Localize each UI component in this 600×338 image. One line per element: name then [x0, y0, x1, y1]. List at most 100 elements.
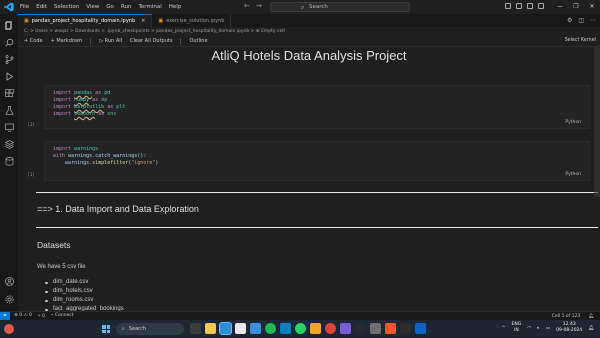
battery-icon[interactable]: ▭: [546, 326, 550, 331]
extensions-icon[interactable]: [4, 88, 14, 98]
connect-status[interactable]: ⌁ Connect: [51, 313, 74, 319]
cell-language-label[interactable]: Python: [565, 172, 581, 177]
menu-bar: File Edit Selection View Go Run Terminal…: [20, 4, 181, 10]
add-code-cell-button[interactable]: + Code: [24, 38, 43, 44]
gear-icon[interactable]: ⚙: [567, 17, 572, 24]
brave-icon[interactable]: [385, 323, 396, 334]
search-icon: ⌕: [301, 4, 305, 11]
account-icon[interactable]: [4, 276, 14, 286]
search-view-icon[interactable]: [4, 37, 14, 47]
menu-file[interactable]: File: [20, 4, 29, 10]
more-actions-icon[interactable]: ⋯: [590, 17, 596, 24]
close-icon[interactable]: ✕: [584, 0, 600, 14]
chrome-icon[interactable]: [325, 323, 336, 334]
explorer-icon[interactable]: [4, 20, 14, 30]
toolbar-divider: [180, 37, 182, 45]
tab-label: exercise_solution.ipynb: [166, 17, 225, 24]
linkedin-icon[interactable]: [415, 323, 426, 334]
maximize-icon[interactable]: ❐: [568, 0, 584, 14]
run-debug-icon[interactable]: [4, 71, 14, 81]
menu-view[interactable]: View: [86, 4, 99, 10]
back-arrow-icon[interactable]: ←: [244, 2, 250, 10]
weather-widget-icon[interactable]: [4, 324, 14, 334]
github-icon[interactable]: [355, 323, 366, 334]
ports-status[interactable]: ⑂ 0: [38, 313, 45, 319]
command-search-box[interactable]: ⌕ Search: [270, 2, 410, 12]
file-explorer-icon[interactable]: [205, 323, 216, 334]
toggle-secondary-sidebar-icon[interactable]: [527, 3, 533, 9]
vscode-taskbar-icon[interactable]: [219, 322, 232, 335]
jupyter-icon[interactable]: [310, 323, 321, 334]
menu-help[interactable]: Help: [169, 4, 182, 10]
cell-source[interactable]: import warnings with warnings.catch_warn…: [45, 142, 589, 171]
execution-count: [1]: [28, 123, 35, 128]
vscode-logo-icon: [3, 1, 15, 13]
spotify-icon[interactable]: [265, 323, 276, 334]
horizontal-rule: [36, 227, 598, 228]
menu-selection[interactable]: Selection: [54, 4, 79, 10]
customize-layout-icon[interactable]: [538, 3, 544, 9]
list-item: dim_rooms.csv: [44, 296, 124, 305]
minimize-icon[interactable]: —: [552, 0, 568, 14]
notebook-file-icon: ▣: [158, 17, 164, 24]
menu-terminal[interactable]: Terminal: [138, 4, 161, 10]
list-item: dim_date.csv: [44, 278, 124, 287]
source-control-icon[interactable]: [4, 54, 14, 64]
task-view-icon[interactable]: [190, 323, 201, 334]
store-icon[interactable]: [280, 323, 291, 334]
activity-bar: [0, 14, 18, 311]
notebook-editor[interactable]: AtliQ Hotels Data Analysis Project impor…: [18, 47, 600, 311]
breadcrumb[interactable]: C: > Users > waqar > Downloads > .ipynb_…: [18, 27, 600, 36]
forward-arrow-icon[interactable]: →: [256, 2, 262, 10]
remote-explorer-icon[interactable]: [4, 122, 14, 132]
toggle-sidebar-icon[interactable]: [505, 3, 511, 9]
menu-run[interactable]: Run: [121, 4, 132, 10]
taskbar-search-label: Search: [128, 326, 146, 332]
terminal-icon[interactable]: [400, 323, 411, 334]
volume-icon[interactable]: 🔈︎: [537, 325, 540, 331]
language-indicator[interactable]: ENG IN: [512, 322, 522, 334]
windows-start-icon[interactable]: [102, 325, 110, 333]
run-all-button[interactable]: ▷ Run All: [99, 38, 122, 44]
execution-count: [1]: [28, 173, 35, 178]
teams-icon[interactable]: [340, 323, 351, 334]
code-cell-imports[interactable]: import pandas as pd import numpy as np i…: [44, 85, 590, 129]
search-label: Search: [309, 4, 328, 10]
search-icon: ⌕: [122, 326, 125, 332]
toggle-panel-icon[interactable]: [516, 3, 522, 9]
editor-tabs: ▣ pandas_project_hospitality_domain.ipyn…: [18, 14, 600, 27]
testing-flask-icon[interactable]: [4, 105, 14, 115]
toolbar-divider: [90, 37, 92, 45]
status-bar: ⌗ ⊗ 0 ⚠ 0 ⑂ 0 ⌁ Connect Cell 1 of 123 🔔︎: [0, 311, 600, 321]
menu-edit[interactable]: Edit: [36, 4, 47, 10]
mail-icon[interactable]: [250, 323, 261, 334]
notebook-toolbar: + Code + Markdown ▷ Run All Clear All Ou…: [18, 36, 600, 47]
database-icon[interactable]: [4, 156, 14, 166]
settings-gear-icon[interactable]: [4, 294, 14, 304]
notification-center-icon[interactable]: 🔔︎: [588, 326, 594, 331]
menu-go[interactable]: Go: [106, 4, 114, 10]
taskbar-search[interactable]: ⌕ Search: [116, 323, 184, 335]
code-cell-warnings[interactable]: import warnings with warnings.catch_warn…: [44, 141, 590, 181]
clock[interactable]: 12:43 09-08-2024: [556, 322, 582, 334]
datasets-description: We have 5 csv file: [37, 264, 86, 270]
notepad-icon[interactable]: [235, 323, 246, 334]
settings-app-icon[interactable]: [370, 323, 381, 334]
outline-button[interactable]: Outline: [189, 38, 207, 44]
docker-stack-icon[interactable]: [4, 139, 14, 149]
scrollbar-thumb[interactable]: [594, 47, 600, 197]
split-editor-icon[interactable]: ◫: [578, 17, 584, 24]
windows-taskbar: ⌕ Search ^ ENG IN ◠ 🔈︎ ▭ 12:43 09-08-202…: [0, 320, 600, 338]
tab-pandas-project[interactable]: ▣ pandas_project_hospitality_domain.ipyn…: [18, 14, 153, 27]
tab-close-icon[interactable]: ✕: [141, 18, 145, 24]
clear-outputs-button[interactable]: Clear All Outputs: [130, 38, 172, 44]
cell-language-label[interactable]: Python: [565, 120, 581, 125]
add-markdown-cell-button[interactable]: + Markdown: [51, 38, 83, 44]
tab-exercise-solution[interactable]: ▣ exercise_solution.ipynb: [152, 14, 232, 27]
wifi-icon[interactable]: ◠: [527, 326, 531, 331]
cell-source[interactable]: import pandas as pd import numpy as np i…: [45, 86, 589, 122]
whatsapp-icon[interactable]: [295, 323, 306, 334]
select-kernel-button[interactable]: Select Kernel: [565, 38, 596, 43]
tray-chevron-icon[interactable]: ^: [502, 326, 506, 331]
problems-status[interactable]: ⊗ 0 ⚠ 0: [14, 313, 32, 319]
